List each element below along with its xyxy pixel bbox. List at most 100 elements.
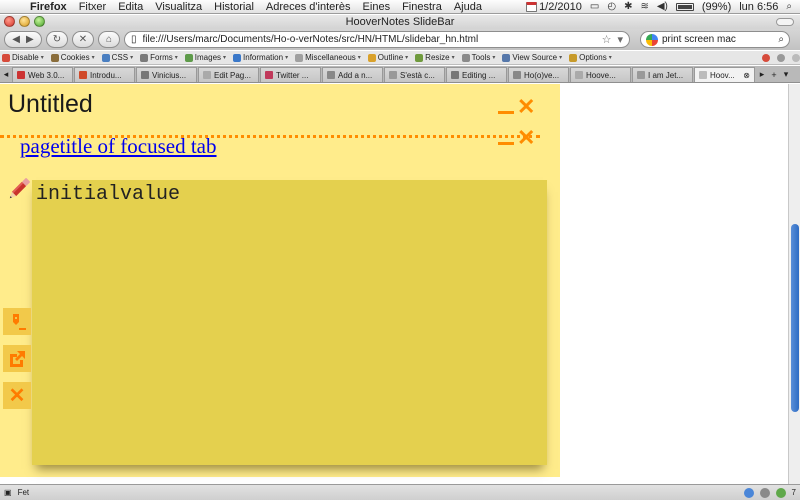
menu-eines[interactable]: Eines [357,1,397,13]
zoom-window-icon[interactable] [34,16,45,27]
pencil-icon[interactable] [6,176,32,202]
devbar-disable-menu[interactable]: Disable ▾ [2,53,44,62]
open-external-button[interactable] [3,345,31,372]
menu-fitxer[interactable]: Fitxer [73,1,113,13]
back-icon[interactable]: ◀ [12,34,20,45]
tab-scroll-left-icon[interactable]: ◂ [0,67,12,82]
url-text[interactable]: file:///Users/marc/Documents/Ho-o-verNot… [143,34,596,45]
close-window-icon[interactable] [4,16,15,27]
window-title: HooverNotes SlideBar [345,16,455,28]
forward-icon[interactable]: ▶ [26,34,34,45]
browser-tab[interactable]: S'està c... [384,67,445,82]
tab-close-icon[interactable]: ⊗ [743,71,750,80]
devbar-item-label: Information [243,53,284,62]
devbar-css-icon [101,53,110,62]
reload-button[interactable]: ↻ [46,31,68,48]
menu-finestra[interactable]: Finestra [396,1,448,13]
minimize-window-icon[interactable] [19,16,30,27]
devbar-forms-menu[interactable]: Forms ▾ [140,53,178,62]
devbar-options-menu[interactable]: Options ▾ [569,53,612,62]
addon-check-icon[interactable] [775,487,786,498]
chevron-down-icon: ▾ [223,55,227,61]
url-dropdown-icon[interactable]: ▾ [617,33,623,46]
tab-label: Hoove... [586,70,616,80]
devbar-information-menu[interactable]: Information ▾ [233,53,288,62]
devbar-miscellaneous-icon [295,53,304,62]
delete-note-button[interactable]: ✕ [3,382,31,409]
devbar-css-menu[interactable]: CSS ▾ [101,53,133,62]
close-note-icon[interactable]: ✕ [517,127,535,149]
chevron-down-icon: ▾ [405,55,409,61]
menu-visualitza[interactable]: Visualitza [149,1,208,13]
browser-tab[interactable]: Vinicius... [136,67,197,82]
browser-tab[interactable]: Hoove... [570,67,631,82]
tab-label: Ho(o)ve... [524,70,560,80]
google-search-engine-icon[interactable] [646,33,658,46]
devbar-close-icon[interactable] [792,53,800,62]
browser-tab[interactable]: Editing ... [446,67,507,82]
devbar-cookies-menu[interactable]: Cookies ▾ [50,53,95,62]
devbar-outline-menu[interactable]: Outline ▾ [367,53,409,62]
devbar-warning-icon[interactable] [777,53,785,62]
menu-historial[interactable]: Historial [208,1,260,13]
devbar-miscellaneous-menu[interactable]: Miscellaneous ▾ [295,53,361,62]
devbar-forms-icon [140,53,149,62]
browser-tab[interactable]: Ho(o)ve... [508,67,569,82]
minimize-icon[interactable] [498,110,514,114]
home-button[interactable]: ⌂ [98,31,120,48]
bluetooth-icon[interactable]: ✱ [624,1,632,12]
browser-tab[interactable]: Web 3.0... [12,67,73,82]
minimize-note-icon[interactable] [498,141,514,145]
vertical-scrollbar[interactable] [788,84,800,484]
search-icon[interactable]: ⌕ [778,34,784,45]
devbar-tools-menu[interactable]: Tools ▾ [461,53,495,62]
scrollbar-thumb[interactable] [791,224,799,412]
addon-gear-icon[interactable] [759,487,770,498]
volume-icon[interactable]: ◀) [657,1,668,12]
tab-scroll-right-icon[interactable]: ▸ [756,67,768,82]
browser-tab[interactable]: Introdu... [74,67,135,82]
focused-tab-title-link[interactable]: pagetitle of focused tab [20,134,217,159]
search-bar[interactable]: print screen mac ⌕ [640,31,790,48]
spotlight-icon[interactable]: ⌕ [786,1,792,12]
calendar-date[interactable]: 1/2/2010 [526,1,582,13]
tab-list-icon[interactable]: ▾ [780,67,792,82]
clock[interactable]: lun 6:56 [739,1,778,13]
menu-adreces[interactable]: Adreces d'interès [260,1,357,13]
url-bar[interactable]: ▯ file:///Users/marc/Documents/Ho-o-verN… [124,31,630,48]
devbar-options-icon [569,53,578,62]
chevron-down-icon: ▾ [40,55,44,61]
stop-button[interactable]: ✕ [72,31,94,48]
bookmark-star-icon[interactable]: ☆ [602,33,612,46]
add-note-button[interactable] [3,308,31,335]
toolbar-toggle-icon[interactable] [776,18,794,26]
note-textarea[interactable]: initialvalue [32,180,547,465]
back-forward-button[interactable]: ◀ ▶ [4,31,42,48]
menu-ajuda[interactable]: Ajuda [448,1,488,13]
devbar-item-label: Options [579,53,607,62]
close-icon[interactable]: ✕ [517,96,535,118]
devbar-resize-menu[interactable]: Resize ▾ [415,53,455,62]
menu-app[interactable]: Firefox [24,1,73,13]
new-tab-icon[interactable]: + [768,67,780,82]
browser-tab[interactable]: Hoov... ⊗ [694,67,755,82]
devbar-error-icon[interactable] [762,53,770,62]
search-input[interactable]: print screen mac [662,34,736,45]
battery-icon[interactable] [675,2,694,11]
addon-globe-icon[interactable] [743,487,754,498]
note-text[interactable]: initialvalue [36,183,180,206]
browser-tab[interactable]: Edit Pag... [198,67,259,82]
display-icon[interactable]: ▭ [590,1,599,12]
tab-favicon-icon [141,71,149,79]
browser-tab[interactable]: Twitter ... [260,67,321,82]
browser-tab[interactable]: Add a n... [322,67,383,82]
status-text: Fet [17,488,30,497]
time-machine-icon[interactable]: ◴ [607,1,616,12]
wifi-icon[interactable]: ≋ [640,1,648,12]
devbar-images-menu[interactable]: Images ▾ [184,53,227,62]
devbar-view-source-menu[interactable]: View Source ▾ [502,53,562,62]
browser-tab[interactable]: I am Jet... [632,67,693,82]
menu-edita[interactable]: Edita [112,1,149,13]
status-addons: 7 [743,487,796,498]
slidebar-window-controls: ✕ [498,96,535,118]
